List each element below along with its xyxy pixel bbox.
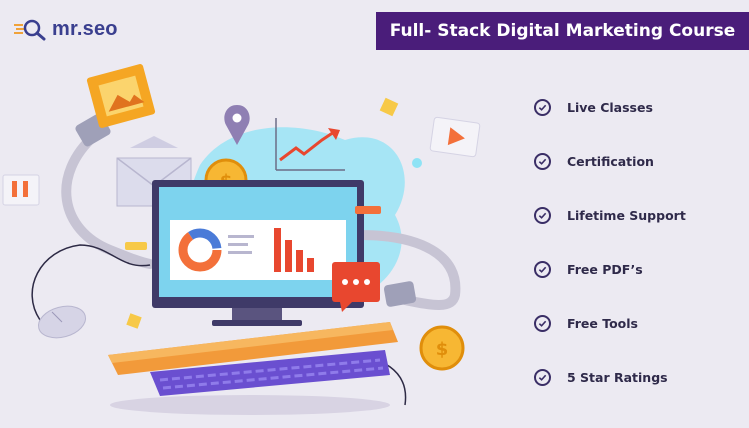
decor-tag xyxy=(355,206,381,214)
decor-square xyxy=(379,97,399,117)
check-circle-icon xyxy=(534,206,551,224)
digital-marketing-illustration: $ $ xyxy=(2,64,481,415)
check-circle-icon xyxy=(534,314,551,332)
check-circle-icon xyxy=(534,368,551,386)
monitor xyxy=(152,180,364,326)
brand-logo: mr.seo xyxy=(14,14,118,44)
svg-text:$: $ xyxy=(436,339,449,360)
alert-card-icon xyxy=(2,174,40,206)
feature-list: Live Classes Certification Lifetime Supp… xyxy=(534,80,744,404)
coin-icon: $ xyxy=(419,325,465,371)
mouse-icon xyxy=(37,305,87,339)
feature-item-5-star-ratings: 5 Star Ratings xyxy=(534,350,744,404)
bar-chart-icon xyxy=(274,228,281,272)
feature-label: Live Classes xyxy=(567,99,653,115)
feature-label: Free Tools xyxy=(567,315,638,331)
check-circle-icon xyxy=(534,260,551,278)
magnifier-icon xyxy=(14,19,46,41)
feature-item-lifetime-support: Lifetime Support xyxy=(534,188,744,242)
feature-item-free-tools: Free Tools xyxy=(534,296,744,350)
feature-item-live-classes: Live Classes xyxy=(534,80,744,134)
logo-text: mr.seo xyxy=(52,17,118,40)
floor-shadow xyxy=(110,395,390,415)
feature-label: 5 Star Ratings xyxy=(567,369,668,385)
check-circle-icon xyxy=(534,152,551,170)
course-title: Full- Stack Digital Marketing Course xyxy=(389,21,736,41)
feature-label: Free PDF’s xyxy=(567,261,643,277)
feature-item-free-pdfs: Free PDF’s xyxy=(534,242,744,296)
feature-item-certification: Certification xyxy=(534,134,744,188)
decor-tag xyxy=(125,242,147,250)
feature-label: Lifetime Support xyxy=(567,207,686,223)
check-circle-icon xyxy=(534,98,551,116)
decor-dot xyxy=(412,158,422,168)
feature-label: Certification xyxy=(567,153,654,169)
video-card-icon xyxy=(429,116,481,158)
decor-square xyxy=(126,313,142,329)
course-title-banner: Full- Stack Digital Marketing Course xyxy=(376,12,749,50)
